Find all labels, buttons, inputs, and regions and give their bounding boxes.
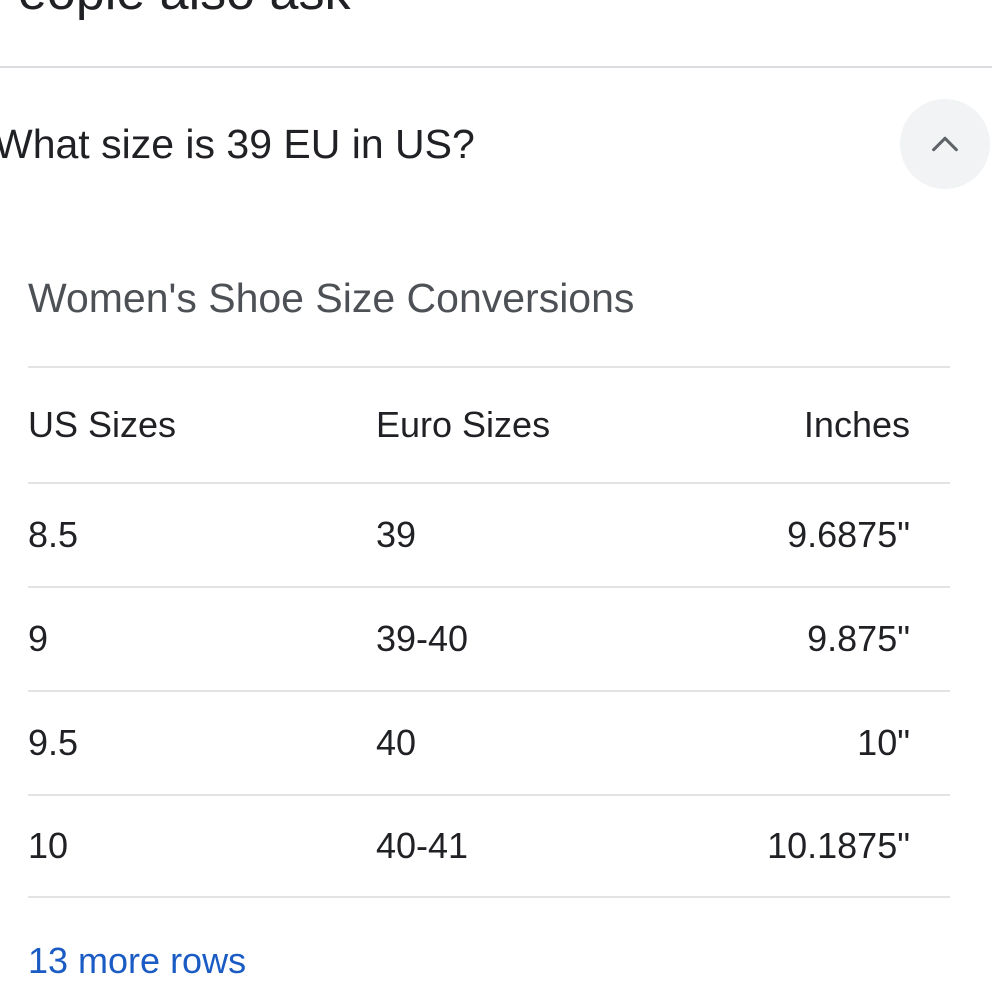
chevron-up-icon <box>932 136 958 152</box>
table-row: 9 39-40 9.875" <box>28 586 950 690</box>
table-row: 8.5 39 9.6875" <box>28 482 950 586</box>
cell-inches: 10.1875" <box>767 825 910 866</box>
cell-us-size: 9 <box>28 618 49 659</box>
cell-euro-size: 39 <box>376 514 417 555</box>
cell-us-size: 8.5 <box>28 514 79 555</box>
cell-euro-size: 40-41 <box>376 825 469 866</box>
cell-inches: 9.6875" <box>787 514 910 555</box>
conversion-table: US Sizes Euro Sizes Inches 8.5 39 9.6875… <box>28 366 950 898</box>
question-text[interactable]: What size is 39 EU in US? <box>0 118 475 170</box>
divider <box>0 66 992 68</box>
page: eople also ask What size is 39 EU in US?… <box>0 0 1000 1000</box>
answer-title: Women's Shoe Size Conversions <box>28 275 635 321</box>
cell-euro-size: 39-40 <box>376 618 469 659</box>
cell-euro-size: 40 <box>376 722 417 763</box>
cell-us-size: 9.5 <box>28 722 79 763</box>
table-header-row: US Sizes Euro Sizes Inches <box>28 366 950 482</box>
section-heading: eople also ask <box>18 0 350 22</box>
table-row: 9.5 40 10" <box>28 690 950 794</box>
cell-inches: 10" <box>857 722 910 763</box>
cell-us-size: 10 <box>28 825 69 866</box>
more-rows-link[interactable]: 13 more rows <box>28 936 246 986</box>
collapse-toggle-button[interactable] <box>900 99 990 189</box>
header-euro-sizes: Euro Sizes <box>376 404 551 445</box>
header-inches: Inches <box>803 404 910 445</box>
cell-inches: 9.875" <box>807 618 910 659</box>
header-us-sizes: US Sizes <box>28 404 177 445</box>
table-row: 10 40-41 10.1875" <box>28 794 950 898</box>
